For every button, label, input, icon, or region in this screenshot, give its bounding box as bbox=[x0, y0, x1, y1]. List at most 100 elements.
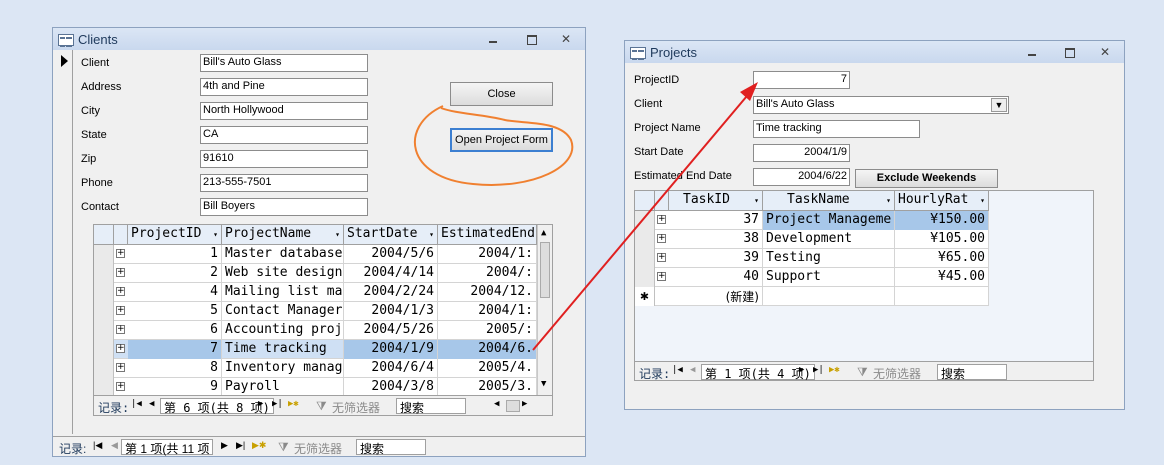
cell-projectid[interactable]: 4 bbox=[128, 283, 222, 302]
cell-projectid[interactable]: 1 bbox=[128, 245, 222, 264]
expand-icon[interactable]: + bbox=[657, 215, 666, 224]
cell-taskid[interactable]: 38 bbox=[669, 230, 763, 249]
header-hourlyrate[interactable]: HourlyRat ▾ bbox=[895, 191, 989, 211]
address-field[interactable]: 4th and Pine bbox=[200, 78, 368, 96]
projectid-field[interactable]: 7 bbox=[753, 71, 850, 89]
row-selector[interactable] bbox=[94, 321, 114, 340]
record-position-field[interactable]: 第 1 项(共 4 项) bbox=[701, 364, 815, 380]
new-row-taskname[interactable] bbox=[763, 287, 895, 306]
start-date-field[interactable]: 2004/1/9 bbox=[753, 144, 850, 162]
no-filter-label[interactable]: 无筛选器 bbox=[294, 440, 342, 457]
city-field[interactable]: North Hollywood bbox=[200, 102, 368, 120]
cell-projectname[interactable]: Inventory manag bbox=[222, 359, 344, 378]
table-row[interactable]: + 4 Mailing list ma 2004/2/24 2004/12. bbox=[94, 283, 537, 302]
search-input[interactable]: 搜索 bbox=[356, 439, 426, 456]
cell-projectname[interactable]: Master database bbox=[222, 245, 344, 264]
hscroll-thumb[interactable] bbox=[506, 400, 520, 412]
cell-hourlyrate[interactable]: ¥65.00 bbox=[895, 249, 989, 268]
prev-record-icon[interactable]: ◀ bbox=[690, 365, 695, 375]
clients-titlebar[interactable]: Clients ✕ bbox=[53, 28, 585, 50]
header-startdate[interactable]: StartDate ▾ bbox=[344, 225, 438, 245]
minimize-icon[interactable] bbox=[1022, 45, 1042, 59]
cell-startdate[interactable]: 2004/1/3 bbox=[344, 302, 438, 321]
table-row[interactable]: + 8 Inventory manag 2004/6/4 2005/4. bbox=[94, 359, 537, 378]
row-selector[interactable] bbox=[94, 264, 114, 283]
cell-projectname[interactable]: Accounting proj bbox=[222, 321, 344, 340]
cell-hourlyrate[interactable]: ¥105.00 bbox=[895, 230, 989, 249]
close-icon[interactable]: ✕ bbox=[556, 32, 576, 46]
cell-estimatedend[interactable]: 2004/1: bbox=[438, 245, 537, 264]
cell-projectid[interactable]: 5 bbox=[128, 302, 222, 321]
cell-projectid[interactable]: 2 bbox=[128, 264, 222, 283]
cell-projectid[interactable]: 6 bbox=[128, 321, 222, 340]
prev-record-icon[interactable]: ◀ bbox=[111, 440, 118, 451]
last-record-icon[interactable]: ▶| bbox=[813, 365, 824, 375]
row-selector[interactable] bbox=[94, 302, 114, 321]
cell-startdate[interactable]: 2004/5/6 bbox=[344, 245, 438, 264]
row-selector[interactable] bbox=[94, 283, 114, 302]
select-all-cell[interactable] bbox=[94, 225, 114, 245]
table-row[interactable]: + 38 Development ¥105.00 bbox=[635, 230, 989, 249]
cell-taskid[interactable]: 40 bbox=[669, 268, 763, 287]
project-name-field[interactable]: Time tracking bbox=[753, 120, 920, 138]
cell-hourlyrate[interactable]: ¥150.00 bbox=[895, 211, 989, 230]
table-row[interactable]: + 40 Support ¥45.00 bbox=[635, 268, 989, 287]
cell-startdate[interactable]: 2004/4/14 bbox=[344, 264, 438, 283]
table-row[interactable]: + 2 Web site design 2004/4/14 2004/: bbox=[94, 264, 537, 283]
hscroll-left-icon[interactable]: ◀ bbox=[494, 399, 499, 409]
cell-projectname[interactable]: Contact Manager bbox=[222, 302, 344, 321]
chevron-down-icon[interactable]: ▾ bbox=[213, 230, 218, 239]
cell-projectid[interactable]: 7 bbox=[128, 340, 222, 359]
exclude-weekends-button[interactable]: Exclude Weekends bbox=[855, 169, 998, 188]
no-filter-label[interactable]: 无筛选器 bbox=[873, 365, 921, 380]
expand-icon[interactable]: + bbox=[657, 234, 666, 243]
scroll-down-icon[interactable]: ▼ bbox=[541, 379, 546, 389]
cell-projectname[interactable]: Mailing list ma bbox=[222, 283, 344, 302]
header-projectname[interactable]: ProjectName ▾ bbox=[222, 225, 344, 245]
close-button[interactable]: Close bbox=[450, 82, 553, 106]
search-input[interactable]: 搜索 bbox=[937, 364, 1007, 380]
scroll-up-icon[interactable]: ▲ bbox=[541, 228, 546, 238]
table-row[interactable]: + 5 Contact Manager 2004/1/3 2004/1: bbox=[94, 302, 537, 321]
cell-taskname[interactable]: Testing bbox=[763, 249, 895, 268]
new-row-rate[interactable] bbox=[895, 287, 989, 306]
chevron-down-icon[interactable]: ▼ bbox=[991, 98, 1007, 112]
new-record-icon[interactable]: ▶✱ bbox=[288, 399, 299, 409]
chevron-down-icon[interactable]: ▾ bbox=[335, 230, 340, 239]
next-record-icon[interactable]: ▶ bbox=[221, 440, 228, 451]
select-all-cell[interactable] bbox=[635, 191, 655, 211]
phone-field[interactable]: 213-555-7501 bbox=[200, 174, 368, 192]
record-selector-bar[interactable] bbox=[53, 50, 73, 434]
record-position-field[interactable]: 第 6 项(共 8 项) bbox=[160, 398, 274, 415]
open-project-form-button[interactable]: Open Project Form bbox=[450, 128, 553, 152]
header-estimatedend[interactable]: EstimatedEnd bbox=[438, 225, 537, 245]
no-filter-label[interactable]: 无筛选器 bbox=[332, 399, 380, 415]
header-taskname[interactable]: TaskName ▾ bbox=[763, 191, 895, 211]
table-row[interactable]: + 7 Time tracking 2004/1/9 2004/6. bbox=[94, 340, 537, 359]
expand-icon[interactable]: + bbox=[116, 249, 125, 258]
cell-taskname[interactable]: Project Manageme bbox=[763, 211, 895, 230]
row-selector[interactable] bbox=[635, 249, 655, 268]
row-selector[interactable] bbox=[635, 211, 655, 230]
first-record-icon[interactable]: |◀ bbox=[93, 440, 102, 451]
hscroll-right-icon[interactable]: ▶ bbox=[522, 399, 527, 409]
cell-estimatedend[interactable]: 2005/: bbox=[438, 321, 537, 340]
projects-titlebar[interactable]: Projects ✕ bbox=[625, 41, 1124, 63]
expand-icon[interactable]: + bbox=[116, 306, 125, 315]
first-record-icon[interactable]: |◀ bbox=[672, 365, 683, 375]
new-row[interactable]: ✱ (新建) bbox=[635, 287, 989, 306]
chevron-down-icon[interactable]: ▾ bbox=[886, 196, 891, 205]
row-selector[interactable] bbox=[94, 359, 114, 378]
cell-estimatedend[interactable]: 2004/6. bbox=[438, 340, 537, 359]
cell-taskid[interactable]: 37 bbox=[669, 211, 763, 230]
project-tasks-subform[interactable]: TaskID ▾ TaskName ▾ HourlyRat ▾ + 37 Projec… bbox=[634, 190, 1094, 381]
state-field[interactable]: CA bbox=[200, 126, 368, 144]
next-record-icon[interactable]: ▶ bbox=[258, 399, 263, 409]
table-row[interactable]: + 6 Accounting proj 2004/5/26 2005/: bbox=[94, 321, 537, 340]
filter-icon[interactable]: ⧩ bbox=[278, 440, 289, 455]
client-combobox[interactable]: Bill's Auto Glass bbox=[753, 96, 1009, 114]
zip-field[interactable]: 91610 bbox=[200, 150, 368, 168]
new-row-placeholder[interactable]: (新建) bbox=[669, 287, 763, 306]
cell-projectname[interactable]: Time tracking bbox=[222, 340, 344, 359]
expand-icon[interactable]: + bbox=[116, 382, 125, 391]
